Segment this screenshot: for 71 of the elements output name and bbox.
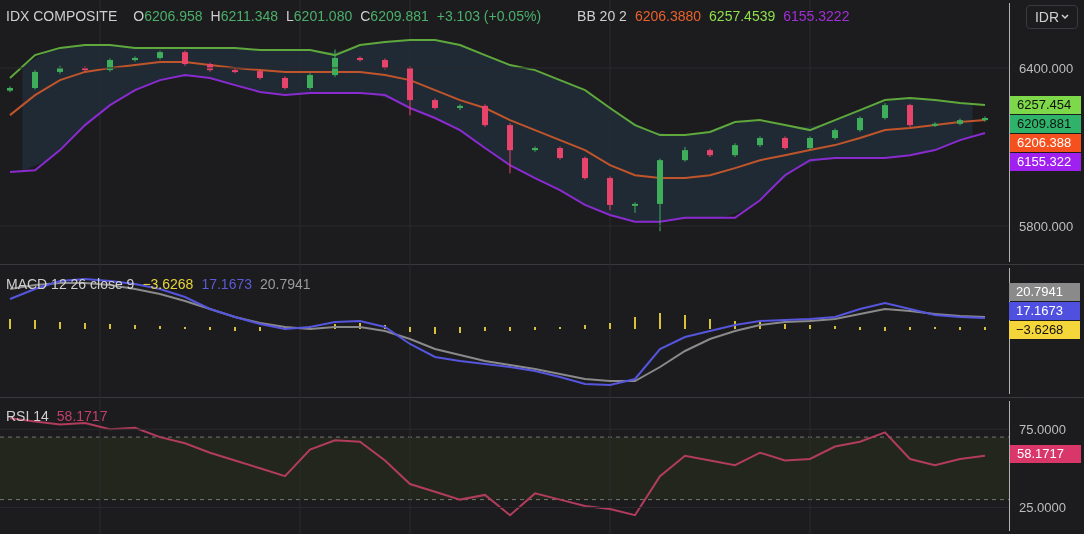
ohlc-key: O bbox=[133, 6, 145, 27]
currency-button[interactable]: IDR bbox=[1025, 5, 1078, 29]
candle bbox=[357, 55, 363, 63]
axis-label: 25.0000 bbox=[1019, 500, 1066, 516]
candle bbox=[857, 115, 863, 133]
candle bbox=[707, 148, 713, 158]
axis-label: 6400.000 bbox=[1019, 60, 1074, 76]
candle bbox=[907, 103, 913, 128]
candle bbox=[532, 145, 538, 153]
value-badge: 58.1717 bbox=[1010, 445, 1081, 463]
value-badge: 17.1673 bbox=[1009, 302, 1080, 320]
candle bbox=[882, 102, 888, 121]
candle bbox=[7, 85, 13, 93]
indicator-value: 20.7941 bbox=[260, 275, 311, 294]
ohlc-key: H bbox=[210, 6, 221, 27]
candle bbox=[332, 49, 338, 78]
candle bbox=[782, 135, 788, 151]
price-change: +3.103 (+0.05%) bbox=[436, 7, 542, 26]
price-badge: 6206.388 bbox=[1010, 134, 1081, 152]
candle bbox=[257, 69, 263, 81]
candle bbox=[307, 72, 313, 91]
candle bbox=[982, 115, 988, 123]
ohlc-value: 6211.348 bbox=[220, 7, 278, 26]
candle bbox=[482, 103, 488, 128]
indicator-value: −3.6268 bbox=[142, 275, 194, 294]
indicator-value: 17.1673 bbox=[201, 275, 252, 294]
price-badge: 6209.881 bbox=[1010, 115, 1081, 133]
candle bbox=[632, 201, 638, 214]
candle bbox=[432, 98, 438, 111]
candle bbox=[557, 145, 563, 161]
candle bbox=[807, 135, 813, 151]
candle bbox=[182, 50, 188, 67]
candle bbox=[57, 65, 63, 75]
candle bbox=[582, 155, 588, 181]
price-badge: 6257.454 bbox=[1010, 96, 1081, 114]
candle bbox=[732, 142, 738, 158]
candle bbox=[957, 118, 963, 126]
candle bbox=[682, 146, 688, 163]
ohlc-key: L bbox=[286, 6, 294, 27]
axis-label: 75.0000 bbox=[1019, 422, 1066, 438]
candle bbox=[832, 128, 838, 141]
candle bbox=[82, 65, 88, 73]
symbol-name: IDX COMPOSITE bbox=[6, 7, 118, 26]
candle bbox=[407, 65, 413, 116]
indicator-name: BB 20 2 bbox=[577, 7, 627, 26]
candle bbox=[382, 58, 388, 71]
candle bbox=[932, 121, 938, 128]
value-badge: 20.7941 bbox=[1009, 283, 1080, 301]
candle bbox=[132, 55, 138, 63]
caret-icon bbox=[1061, 14, 1069, 20]
ohlc-value: 6201.080 bbox=[293, 7, 353, 26]
candle bbox=[157, 50, 163, 61]
axis-label: 5800.000 bbox=[1019, 219, 1074, 234]
indicator-value: 6155.3222 bbox=[783, 7, 850, 26]
ohlc-key: C bbox=[360, 6, 371, 27]
candle bbox=[607, 176, 613, 211]
candle bbox=[757, 135, 763, 148]
indicator-value: 6206.3880 bbox=[634, 7, 702, 26]
candle bbox=[507, 122, 513, 174]
ohlc-value: 6209.881 bbox=[370, 7, 429, 26]
value-badge: −3.6268 bbox=[1009, 321, 1080, 339]
indicator-value: 58.1717 bbox=[56, 407, 108, 426]
candle bbox=[282, 75, 288, 91]
price-badge: 6155.322 bbox=[1010, 153, 1081, 171]
candle bbox=[32, 69, 38, 91]
indicator-value: 6257.4539 bbox=[709, 7, 776, 26]
candle bbox=[207, 62, 213, 73]
ohlc-value: 6206.958 bbox=[144, 7, 203, 26]
candle bbox=[232, 67, 238, 74]
candle bbox=[107, 58, 113, 73]
candle bbox=[457, 103, 463, 111]
